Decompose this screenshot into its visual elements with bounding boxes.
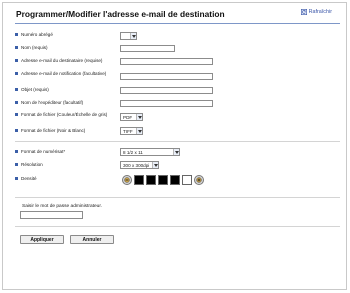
section-divider [15,197,340,198]
format-couleur-select[interactable]: PDF [120,113,143,121]
chevron-down-icon [136,128,142,134]
nom-expediteur-input[interactable] [120,100,213,107]
nom-expediteur-label: Nom de l'expéditeur (facultatif) [21,100,84,105]
format-numerisation-select[interactable]: 8 1/2 x 11 [120,148,180,156]
density-decrease-icon [124,177,130,183]
format-numerisation-label: Format de numérisat* [21,149,66,154]
format-nb-label: Format de fichier (Noir & Blanc) [21,128,86,133]
density-control [122,175,204,185]
bullet-icon [15,113,18,116]
adresse-destinataire-input[interactable] [120,58,213,65]
format-numerisation-value: 8 1/2 x 11 [123,149,143,155]
chevron-down-icon [130,33,136,39]
density-level-swatch [158,175,168,185]
nom-input[interactable] [120,45,175,52]
row-resolution: Résolution [15,162,122,167]
row-format-couleur: Format de fichier (Couleur/Échelle de gr… [15,112,122,117]
adresse-notification-input[interactable] [120,73,213,80]
format-nb-select[interactable]: TIFF [120,127,143,135]
apply-button[interactable]: Appliquer [20,235,64,244]
numero-abrege-label: Numéro abrégé [21,32,53,37]
format-couleur-label: Format de fichier (Couleur/Échelle de gr… [21,112,108,117]
row-numero-abrege: Numéro abrégé [15,32,122,37]
chevron-down-icon [136,114,142,120]
bullet-icon [15,72,18,75]
resolution-value: 300 x 300dpi [123,162,150,168]
density-level-bar [132,175,192,185]
page-title: Programmer/Modifier l'adresse e-mail de … [16,9,225,19]
bullet-icon [15,59,18,62]
bullet-icon [15,101,18,104]
chevron-down-icon [152,162,158,168]
density-decrease-button[interactable] [122,175,132,185]
density-increase-icon [196,177,202,183]
nom-label: Nom (requis) [21,45,48,50]
refresh-icon [300,9,307,15]
title-divider [15,23,340,24]
section-divider [15,226,340,227]
bullet-icon [15,46,18,49]
numero-abrege-select[interactable] [120,32,137,40]
content-frame: Programmer/Modifier l'adresse e-mail de … [2,2,347,290]
row-nom: Nom (requis) [15,45,122,50]
density-level-swatch [134,175,144,185]
format-couleur-value: PDF [123,114,133,120]
objet-label: Objet (requis) [21,87,49,92]
density-increase-button[interactable] [194,175,204,185]
row-nom-expediteur: Nom de l'expéditeur (facultatif) [15,100,122,105]
row-adresse-notification: Adresse e-mail de notification (facultat… [15,71,122,76]
adresse-notification-label: Adresse e-mail de notification (facultat… [21,71,107,76]
refresh-label: Rafraîchir [308,9,332,15]
resolution-label: Résolution [21,162,43,167]
density-level-swatch [182,175,192,185]
adresse-destinataire-label: Adresse e-mail du destinataire (requise) [21,58,103,63]
bullet-icon [15,129,18,132]
bullet-icon [15,177,18,180]
section-divider [15,141,340,142]
cancel-button[interactable]: Annuler [70,235,114,244]
refresh-link[interactable]: Rafraîchir [300,9,332,15]
password-input[interactable] [20,211,83,219]
row-densite: Densité [15,176,122,181]
bullet-icon [15,88,18,91]
objet-input[interactable] [120,87,213,94]
row-format-nb: Format de fichier (Noir & Blanc) [15,128,122,133]
row-objet: Objet (requis) [15,87,122,92]
densite-label: Densité [21,176,37,181]
resolution-select[interactable]: 300 x 300dpi [120,161,159,169]
row-format-numerisation: Format de numérisat* [15,149,122,154]
password-label: Saisir le mot de passe administrateur. [22,204,102,209]
bullet-icon [15,150,18,153]
density-level-swatch [170,175,180,185]
bullet-icon [15,33,18,36]
format-nb-value: TIFF [123,128,133,134]
density-level-swatch [146,175,156,185]
row-adresse-destinataire: Adresse e-mail du destinataire (requise) [15,58,122,63]
chevron-down-icon [173,149,179,155]
bullet-icon [15,163,18,166]
